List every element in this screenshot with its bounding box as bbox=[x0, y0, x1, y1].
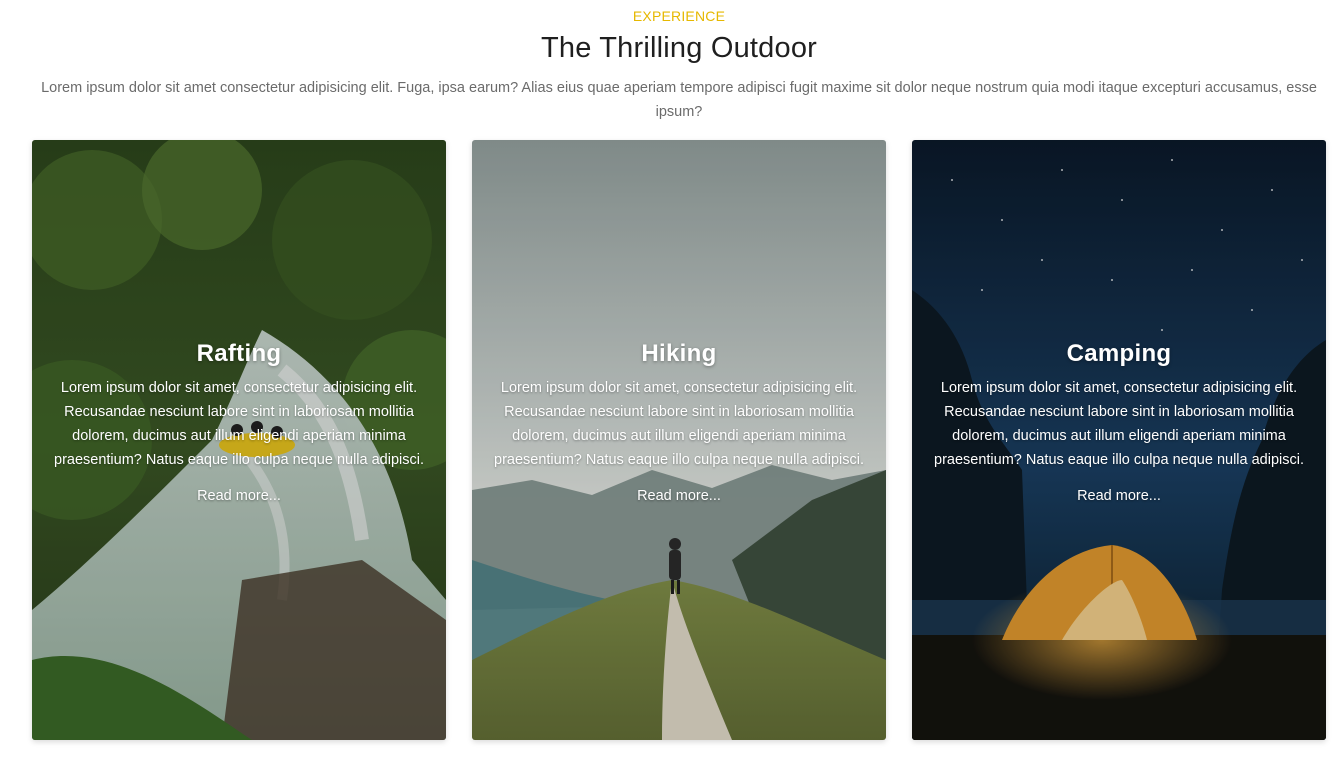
read-more-link[interactable]: Read more... bbox=[1077, 488, 1161, 504]
card-rafting[interactable]: Rafting Lorem ipsum dolor sit amet, cons… bbox=[32, 140, 446, 740]
section-eyebrow: EXPERIENCE bbox=[632, 8, 726, 24]
card-description: Lorem ipsum dolor sit amet, consectetur … bbox=[934, 380, 1304, 468]
card-description: Lorem ipsum dolor sit amet, consectetur … bbox=[54, 380, 424, 468]
section-title: The Thrilling Outdoor bbox=[540, 32, 818, 64]
read-more-link[interactable]: Read more... bbox=[197, 488, 281, 504]
card-description: Lorem ipsum dolor sit amet, consectetur … bbox=[494, 380, 864, 468]
card-content: Hiking Lorem ipsum dolor sit amet, conse… bbox=[490, 340, 868, 505]
card-content: Rafting Lorem ipsum dolor sit amet, cons… bbox=[50, 340, 428, 505]
card-content: Camping Lorem ipsum dolor sit amet, cons… bbox=[930, 340, 1308, 505]
card-title: Camping bbox=[1066, 340, 1172, 367]
experience-section: EXPERIENCE The Thrilling Outdoor Lorem i… bbox=[0, 0, 1340, 763]
card-title: Rafting bbox=[196, 340, 282, 367]
card-title: Hiking bbox=[641, 340, 717, 367]
section-description: Lorem ipsum dolor sit amet consectetur a… bbox=[41, 80, 1317, 120]
card-hiking[interactable]: Hiking Lorem ipsum dolor sit amet, conse… bbox=[472, 140, 886, 740]
read-more-link[interactable]: Read more... bbox=[637, 488, 721, 504]
card-camping[interactable]: Camping Lorem ipsum dolor sit amet, cons… bbox=[912, 140, 1326, 740]
